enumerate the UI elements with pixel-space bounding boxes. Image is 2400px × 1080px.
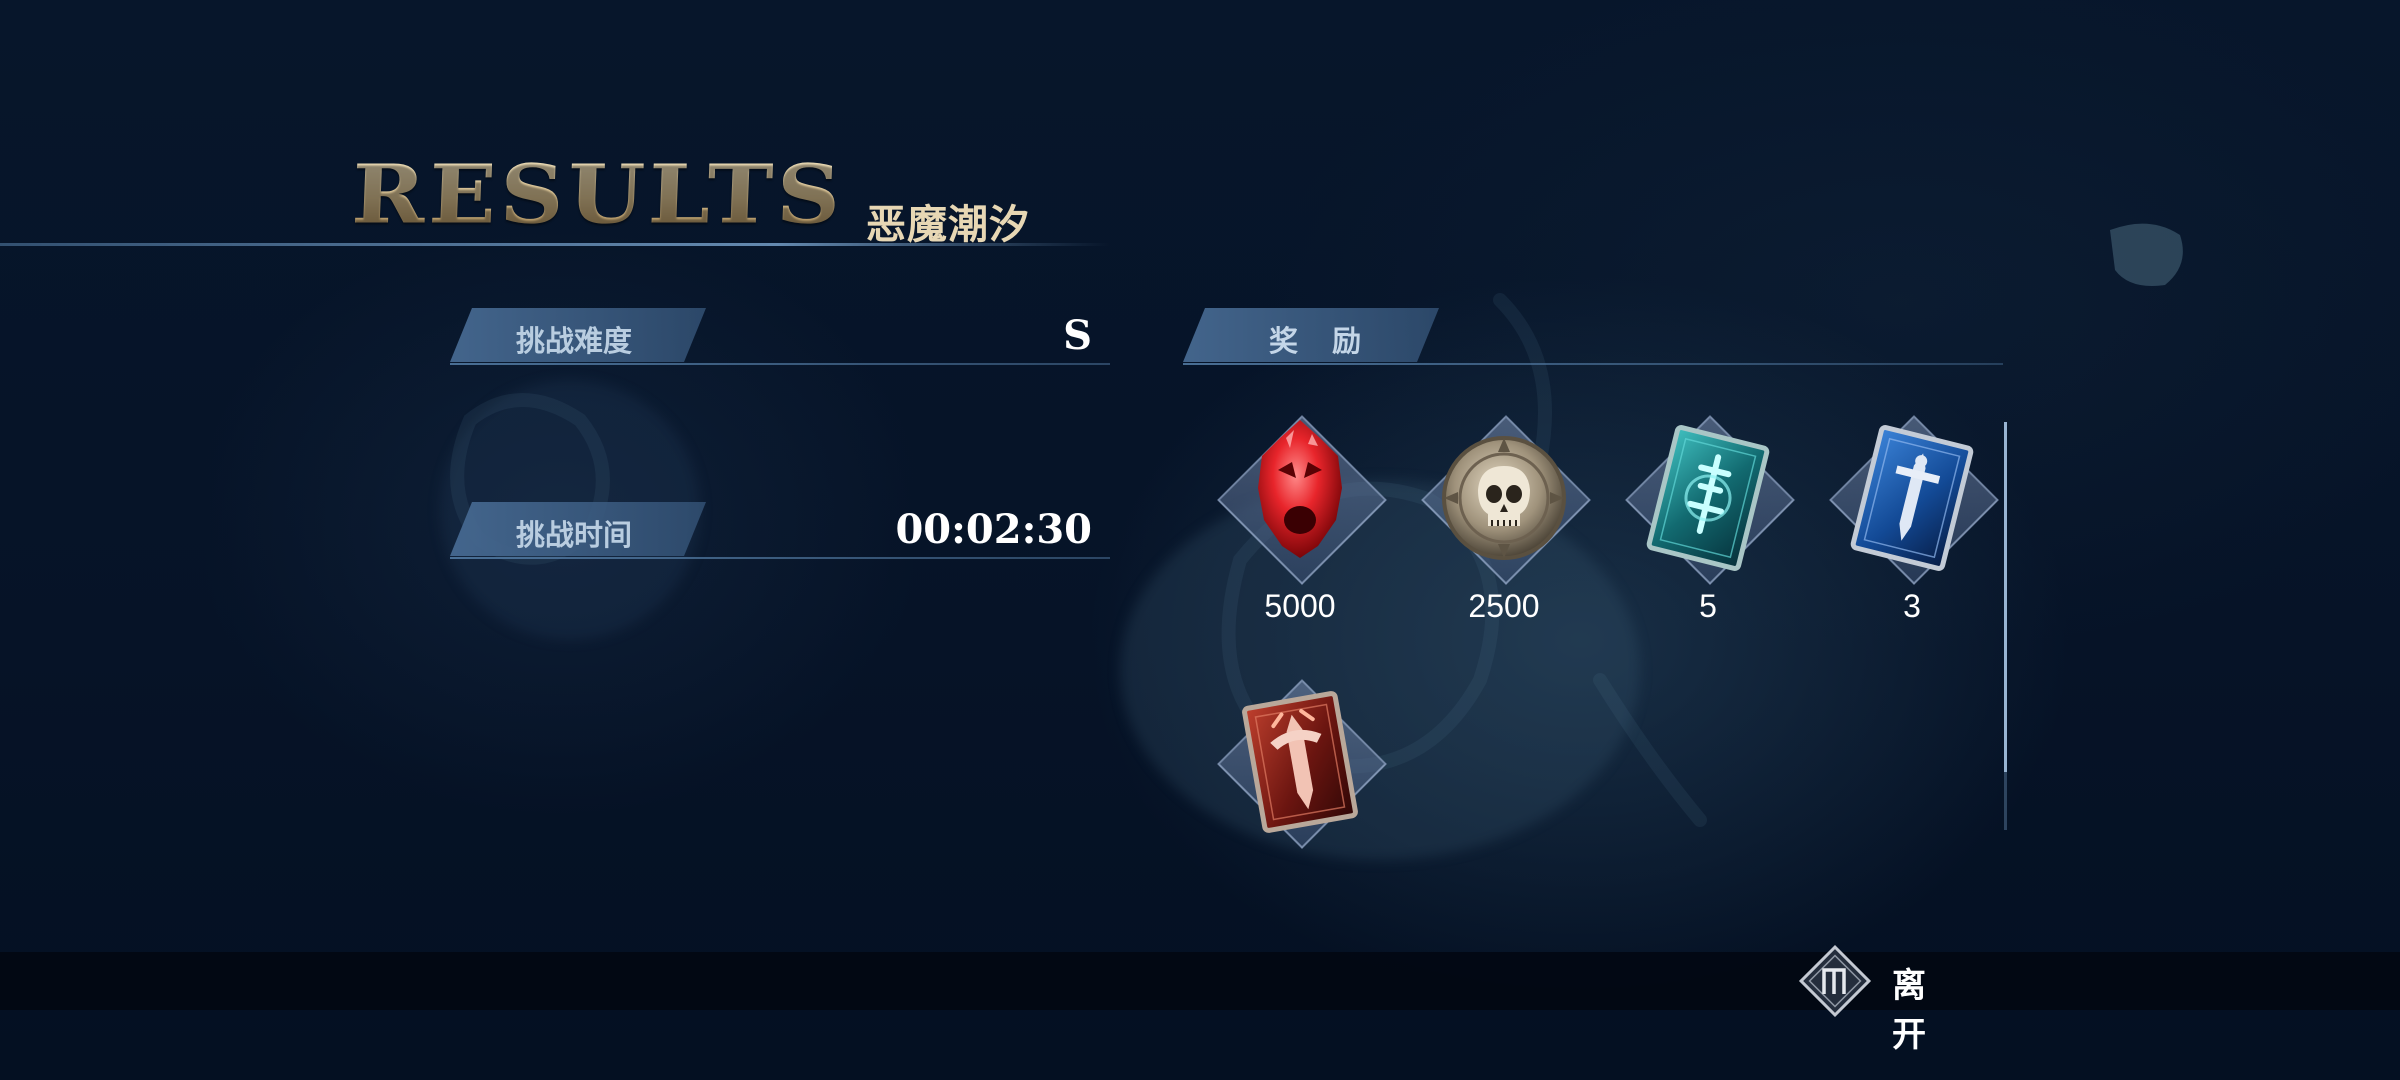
leave-label: 离 开 [1892, 966, 1936, 1055]
reward-item[interactable]: 5000 [1217, 408, 1400, 628]
red-orb-icon [1258, 420, 1342, 558]
red-sword-card-icon [1242, 691, 1358, 833]
rewards-header: 奖 励 [1183, 308, 2003, 366]
time-row: 挑战时间 00:02:30 [450, 502, 1110, 560]
difficulty-value: S [1063, 312, 1092, 359]
results-title: RESULTS [350, 146, 847, 242]
difficulty-underline [450, 363, 1110, 365]
reward-item[interactable]: 2500 [1421, 408, 1604, 628]
reward-item[interactable]: 5 [1625, 408, 1808, 628]
difficulty-row: 挑战难度 S [450, 308, 1110, 366]
skull-medal-icon [1442, 436, 1566, 560]
reward-item[interactable] [1217, 672, 1400, 892]
difficulty-label: 挑战难度 [516, 324, 633, 358]
reward-count: 2500 [1468, 588, 1540, 624]
time-underline [450, 557, 1110, 559]
blue-sword-card-icon [1850, 425, 1974, 571]
leave-button[interactable]: 离 开 [1794, 940, 1994, 1055]
reward-item[interactable]: 3 [1829, 408, 2012, 628]
cyan-card-icon [1646, 425, 1770, 571]
reward-count: 3 [1903, 588, 1921, 624]
rewards-label: 奖 励 [1269, 324, 1374, 358]
rewards-underline [1183, 363, 2003, 365]
reward-count: 5 [1699, 588, 1717, 624]
reward-count: 5000 [1264, 588, 1336, 624]
controller-button-icon [1798, 944, 1872, 1018]
results-screen: RESULTS 恶魔潮汐 挑战难度 S 挑战时间 00:02:30 奖 励 50… [0, 0, 2400, 1080]
title-divider [0, 243, 1110, 246]
stage-name: 恶魔潮汐 [866, 201, 1030, 248]
bottom-bar [0, 952, 2400, 1010]
time-label: 挑战时间 [516, 518, 633, 552]
time-value: 00:02:30 [895, 506, 1092, 553]
